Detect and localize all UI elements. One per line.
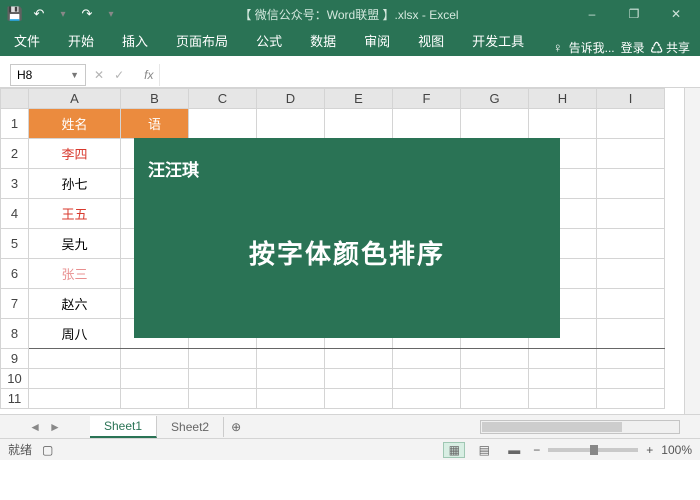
row-header[interactable]: 1 xyxy=(1,109,29,139)
quick-access-toolbar: 💾 ↶ ▾ ↷ ▾ xyxy=(0,5,126,23)
tellme-input[interactable]: 告诉我... xyxy=(569,39,615,56)
formula-bar-row: H8 ▼ ✕ ✓ fx xyxy=(0,62,700,88)
cell-name[interactable]: 王五 xyxy=(29,199,121,229)
cell-name[interactable]: 张三 xyxy=(29,259,121,289)
cancel-formula-icon[interactable]: ✕ xyxy=(94,68,104,82)
name-box-value: H8 xyxy=(17,68,32,82)
col-header[interactable]: A xyxy=(29,89,121,109)
zoom-slider[interactable] xyxy=(548,448,638,452)
cell-name[interactable]: 吴九 xyxy=(29,229,121,259)
overlay-author: 汪汪琪 xyxy=(148,156,199,181)
cell-name[interactable]: 李四 xyxy=(29,139,121,169)
row-header[interactable]: 4 xyxy=(1,199,29,229)
qa-customize-icon[interactable]: ▾ xyxy=(102,5,120,23)
tab-view[interactable]: 视图 xyxy=(404,26,458,56)
chevron-down-icon[interactable]: ▼ xyxy=(70,70,79,80)
tab-data[interactable]: 数据 xyxy=(296,26,350,56)
sheet-tab-2[interactable]: Sheet2 xyxy=(157,417,224,437)
add-sheet-button[interactable]: ⊕ xyxy=(224,420,248,434)
status-bar: 就绪 ▢ ▦ ▤ ▬ − + 100% xyxy=(0,438,700,460)
overlay-title: 按字体颜色排序 xyxy=(134,234,560,271)
row-header[interactable]: 6 xyxy=(1,259,29,289)
sheet-tab-bar: ◄► Sheet1 Sheet2 ⊕ xyxy=(0,414,700,438)
status-ready: 就绪 xyxy=(8,441,32,458)
undo-icon[interactable]: ↶ xyxy=(30,5,48,23)
col-header[interactable]: H xyxy=(529,89,597,109)
window-controls: – ❐ ✕ xyxy=(572,4,700,24)
row-header[interactable]: 7 xyxy=(1,289,29,319)
col-header[interactable]: D xyxy=(257,89,325,109)
minimize-button[interactable]: – xyxy=(572,4,612,24)
row-header[interactable]: 10 xyxy=(1,369,29,389)
select-all-corner[interactable] xyxy=(1,89,29,109)
tab-insert[interactable]: 插入 xyxy=(108,26,162,56)
col-header[interactable]: G xyxy=(461,89,529,109)
restore-button[interactable]: ❐ xyxy=(614,4,654,24)
row-header[interactable]: 3 xyxy=(1,169,29,199)
row-header[interactable]: 5 xyxy=(1,229,29,259)
window-title: 【 微信公众号：Word联盟 】.xlsx - Excel xyxy=(126,6,572,23)
horizontal-scrollbar[interactable] xyxy=(480,420,680,434)
vertical-scrollbar[interactable] xyxy=(684,88,700,414)
col-header[interactable]: C xyxy=(189,89,257,109)
undo-more-icon[interactable]: ▾ xyxy=(54,5,72,23)
share-button[interactable]: ♺ 共享 xyxy=(651,39,690,56)
titlebar: 💾 ↶ ▾ ↷ ▾ 【 微信公众号：Word联盟 】.xlsx - Excel … xyxy=(0,0,700,28)
formula-bar[interactable] xyxy=(159,64,700,86)
tab-review[interactable]: 审阅 xyxy=(350,26,404,56)
tab-formulas[interactable]: 公式 xyxy=(242,26,296,56)
zoom-in-button[interactable]: + xyxy=(646,443,653,457)
ribbon-tabs: 文件 开始 插入 页面布局 公式 数据 审阅 视图 开发工具 ♀ 告诉我... … xyxy=(0,28,700,56)
sheet-nav[interactable]: ◄► xyxy=(0,420,90,434)
save-icon[interactable]: 💾 xyxy=(6,5,24,23)
macro-record-icon[interactable]: ▢ xyxy=(42,443,53,457)
cell-name[interactable]: 周八 xyxy=(29,319,121,349)
col-header[interactable]: F xyxy=(393,89,461,109)
lightbulb-icon: ♀ xyxy=(553,40,563,55)
fx-icon[interactable]: fx xyxy=(144,68,153,82)
page-break-view-icon[interactable]: ▬ xyxy=(503,442,525,458)
normal-view-icon[interactable]: ▦ xyxy=(443,442,465,458)
cell-name[interactable]: 赵六 xyxy=(29,289,121,319)
header-cell-name[interactable]: 姓名 xyxy=(29,109,121,139)
tab-home[interactable]: 开始 xyxy=(54,26,108,56)
tab-layout[interactable]: 页面布局 xyxy=(162,26,242,56)
row-header[interactable]: 9 xyxy=(1,349,29,369)
name-box[interactable]: H8 ▼ xyxy=(10,64,86,86)
zoom-level[interactable]: 100% xyxy=(661,443,692,457)
formula-controls: ✕ ✓ fx xyxy=(94,68,153,82)
tab-developer[interactable]: 开发工具 xyxy=(458,26,538,56)
row-header[interactable]: 8 xyxy=(1,319,29,349)
col-header[interactable]: I xyxy=(597,89,665,109)
row-header[interactable]: 2 xyxy=(1,139,29,169)
confirm-formula-icon[interactable]: ✓ xyxy=(114,68,124,82)
col-header[interactable]: E xyxy=(325,89,393,109)
redo-icon[interactable]: ↷ xyxy=(78,5,96,23)
page-layout-view-icon[interactable]: ▤ xyxy=(473,442,495,458)
zoom-out-button[interactable]: − xyxy=(533,443,540,457)
col-header[interactable]: B xyxy=(121,89,189,109)
signin-link[interactable]: 登录 xyxy=(621,39,645,56)
close-button[interactable]: ✕ xyxy=(656,4,696,24)
tab-file[interactable]: 文件 xyxy=(0,26,54,56)
cell-name[interactable]: 孙七 xyxy=(29,169,121,199)
sheet-tab-1[interactable]: Sheet1 xyxy=(90,416,157,438)
header-cell[interactable]: 语 xyxy=(121,109,189,139)
overlay-banner: 汪汪琪 按字体颜色排序 xyxy=(134,138,560,338)
row-header[interactable]: 11 xyxy=(1,389,29,409)
